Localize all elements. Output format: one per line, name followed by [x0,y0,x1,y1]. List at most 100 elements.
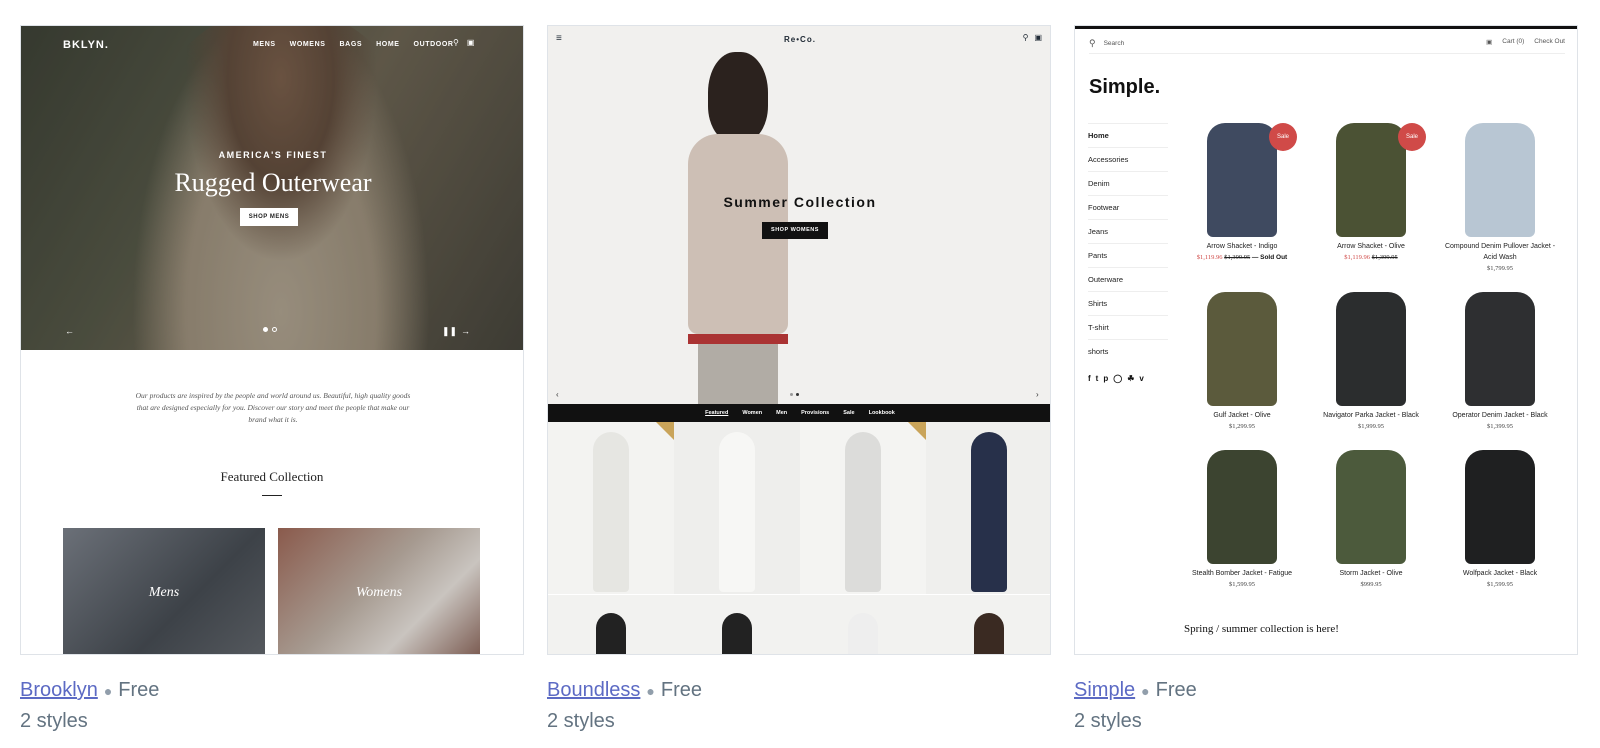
theme-card-simple: ⚲ Search ▣ Cart (0) Check Out Simple. Home … [1074,25,1578,736]
sidebar-item-jeans: Jeans [1088,219,1168,243]
product-image [926,595,1050,654]
search-icon: ⚲ [1089,38,1096,48]
separator-dot: ● [103,682,113,699]
product-card: Sale Arrow Shacket - Olive $1,119.96 $1,… [1309,123,1433,263]
product-card: Sale Arrow Shacket - Indigo $1,119.96 $1… [1180,123,1304,263]
hero-button: SHOP MENS [240,208,298,226]
product-image [1207,292,1277,406]
product-name: Navigator Parka Jacket - Black [1323,412,1419,419]
nav-item-home: HOME [376,41,400,48]
theme-link-brooklyn[interactable]: Brooklyn [20,679,98,701]
product-image: Sale [1336,123,1426,237]
separator-dot: ● [646,682,655,699]
product-name: Compound Denim Pullover Jacket - Acid Wa… [1444,243,1556,261]
checkout-link: Check Out [1534,38,1565,45]
prev-arrow-icon: ← [65,326,74,336]
collection-tile-womens: Womens [278,528,480,654]
theme-meta: Boundless ● Free [547,675,1051,706]
hero-button: SHOP WOMENS [762,222,828,239]
category-sidebar: Home Accessories Denim Footwear Jeans Pa… [1088,123,1168,363]
theme-styles-count: 2 styles [1074,709,1142,732]
hero-title: Rugged Outerwear [174,168,372,197]
product-card: Navigator Parka Jacket - Black $1,999.95 [1309,292,1433,432]
search-icon: ⚲ [1022,33,1029,42]
tab-lookbook: Lookbook [868,410,895,416]
preview-nav: BKLYN. MENS WOMENS BAGS HOME OUTDOOR ⚲ ▣ [21,26,523,66]
tab-women: Women [742,410,763,416]
theme-preview-simple[interactable]: ⚲ Search ▣ Cart (0) Check Out Simple. Home … [1074,25,1578,655]
product-price: $1,799.95 [1487,265,1513,272]
cart-icon: ▣ [466,38,475,47]
product-price: $999.95 [1360,581,1382,588]
product-card: Stealth Bomber Jacket - Fatigue $1,599.9… [1180,450,1304,590]
prev-arrow-icon: ‹ [556,390,559,399]
product-card: Storm Jacket - Olive $999.95 [1309,450,1433,590]
product-image [800,595,926,654]
product-price: $1,599.95 [1229,581,1255,588]
product-sale-price: $1,119.96 [1196,254,1223,261]
slide-dots [790,393,799,396]
product-image [1465,123,1535,237]
category-tabs: Featured Women Men Provisions Sale Lookb… [548,404,1050,422]
product-card: Compound Denim Pullover Jacket - Acid Wa… [1438,123,1562,274]
sidebar-item-denim: Denim [1088,171,1168,195]
sidebar-item-footwear: Footwear [1088,195,1168,219]
tab-sale: Sale [843,410,855,416]
theme-styles-count: 2 styles [20,709,88,732]
search-icon: ⚲ [453,38,459,47]
slide-dots [263,327,277,332]
product-price: $1,599.95 [1487,581,1513,588]
product-name: Storm Jacket - Olive [1339,570,1403,577]
theme-meta: Simple ● Free [1074,675,1578,706]
preview-header: ⚲ Search ▣ Cart (0) Check Out [1089,34,1565,54]
theme-preview-brooklyn[interactable]: BKLYN. MENS WOMENS BAGS HOME OUTDOOR ⚲ ▣… [20,25,524,655]
theme-styles-count: 2 styles [547,709,615,732]
pause-icon: ❚❚ [442,326,458,336]
twitter-icon: t [1095,374,1099,383]
store-logo: BKLYN. [63,39,109,51]
theme-preview-boundless[interactable]: ≡ Re•Co. ⚲ ▣ Summer Collection SHOP WOME… [547,25,1051,655]
product-price: $1,999.95 [1358,423,1384,430]
product-image: Sale [1207,123,1297,237]
sidebar-item-pants: Pants [1088,243,1168,267]
next-arrow-icon: › [1036,390,1039,399]
collection-tile-mens: Mens [63,528,265,654]
product-image [1336,450,1406,564]
sidebar-item-shorts: shorts [1088,339,1168,363]
cart-icon: ▣ [1486,39,1493,46]
collection-announcement: Spring / summer collection is here! [1184,623,1339,635]
next-arrow-icon: → [461,326,470,336]
product-image [548,422,674,594]
product-old-price: $1,399.95 [1224,254,1251,261]
search-placeholder: Search [1103,40,1125,47]
store-logo: Re•Co. [784,35,816,44]
theme-card-brooklyn: BKLYN. MENS WOMENS BAGS HOME OUTDOOR ⚲ ▣… [20,25,524,736]
sidebar-item-shirts: Shirts [1088,291,1168,315]
hero-kicker: AMERICA'S FINEST [218,150,328,160]
sidebar-item-tshirt: T-shirt [1088,315,1168,339]
top-border [1075,26,1577,29]
theme-link-simple[interactable]: Simple [1074,679,1135,701]
theme-price: Free [1155,679,1197,701]
product-price: $1,299.95 [1229,423,1255,430]
product-card: Gulf Jacket - Olive $1,299.95 [1180,292,1304,432]
product-image [674,422,800,594]
product-sale-price: $1,119.96 [1344,254,1371,261]
product-name: Gulf Jacket - Olive [1213,412,1271,419]
product-price: $1,399.95 [1487,423,1513,430]
divider [262,495,282,496]
product-image [1465,450,1535,564]
pinterest-icon: p [1103,374,1109,383]
product-old-price: $1,399.95 [1371,254,1398,261]
product-image [1207,450,1277,564]
nav-item-outdoor: OUTDOOR [413,41,454,48]
product-name: Operator Denim Jacket - Black [1452,412,1548,419]
instagram-icon: ◯ [1113,374,1123,383]
cart-link: Cart (0) [1502,38,1525,45]
intro-text: Our products are inspired by the people … [135,391,411,424]
facebook-icon: f [1088,374,1091,383]
nav-item-bags: BAGS [339,41,363,48]
theme-link-boundless[interactable]: Boundless [547,679,640,701]
sidebar-item-outerware: Outerware [1088,267,1168,291]
product-image [1336,292,1406,406]
